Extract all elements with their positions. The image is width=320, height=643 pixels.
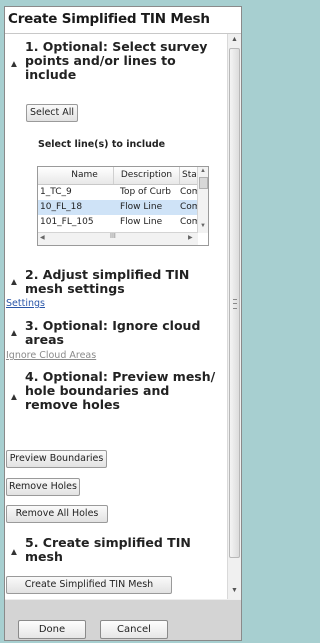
section-1-title-line: include (25, 67, 77, 82)
column-header-description[interactable]: Description (114, 167, 180, 184)
cell-description: Flow Line (120, 202, 163, 212)
section-5-title-line: 5. Create simplified TIN (25, 535, 191, 550)
table-row[interactable]: 1_TC_9 Top of Curb Com (38, 185, 198, 200)
panel-content: ▲ 1. Optional: Select survey points and/… (5, 34, 227, 599)
cell-name: 101_FL_105 (40, 217, 94, 227)
table-header: Name Description Sta (38, 167, 198, 185)
section-3-title-line: 3. Optional: Ignore cloud (25, 318, 201, 333)
scroll-up-arrow-icon[interactable]: ▲ (231, 36, 238, 43)
collapse-chevron-icon[interactable]: ▲ (9, 393, 19, 403)
scroll-up-arrow-icon[interactable]: ▲ (200, 168, 206, 174)
table-row-selected[interactable]: 10_FL_18 Flow Line Com (38, 200, 198, 215)
cell-status: Com (180, 187, 198, 197)
section-2-title-line: mesh settings (25, 281, 125, 296)
section-1-title-line: 1. Optional: Select survey (25, 39, 208, 54)
table-scroll-thumb[interactable] (199, 177, 208, 189)
preview-boundaries-button[interactable]: Preview Boundaries (6, 450, 107, 468)
section-4-title-line: 4. Optional: Preview mesh/ (25, 369, 216, 384)
cell-status: Com (180, 202, 198, 212)
create-simplified-tin-mesh-button[interactable]: Create Simplified TIN Mesh (6, 576, 172, 594)
panel-scroll-area[interactable]: ▲ 1. Optional: Select survey points and/… (5, 34, 241, 599)
select-all-button[interactable]: Select All (26, 104, 78, 122)
section-4-title: 4. Optional: Preview mesh/ hole boundari… (25, 370, 215, 412)
cell-status: Com (180, 217, 198, 227)
section-3-title-line: areas (25, 332, 64, 347)
scroll-left-arrow-icon[interactable]: ◀ (40, 234, 45, 241)
scroll-down-arrow-icon[interactable]: ▼ (200, 223, 206, 229)
column-header-status[interactable]: Sta (180, 167, 198, 184)
panel-footer: Done Cancel (5, 600, 241, 640)
create-tin-mesh-panel: Create Simplified TIN Mesh ▲ 1. Optional… (4, 6, 242, 641)
remove-all-holes-button[interactable]: Remove All Holes (6, 505, 108, 523)
collapse-chevron-icon[interactable]: ▲ (9, 548, 19, 558)
section-1-title-line: points and/or lines to (25, 53, 176, 68)
panel-titlebar: Create Simplified TIN Mesh (5, 7, 241, 34)
table-row[interactable]: 101_FL_105 Flow Line Com (38, 215, 198, 230)
collapse-chevron-icon[interactable]: ▲ (9, 278, 19, 288)
cell-description: Flow Line (120, 217, 163, 227)
panel-title: Create Simplified TIN Mesh (8, 11, 210, 27)
panel-scroll-thumb[interactable] (229, 48, 240, 558)
section-5-title-line: mesh (25, 549, 63, 564)
section-4-title-line: remove holes (25, 397, 120, 412)
section-1-title: 1. Optional: Select survey points and/or… (25, 40, 207, 82)
panel-vertical-scrollbar[interactable]: ▲ ▼ (227, 34, 241, 599)
settings-link[interactable]: Settings (6, 298, 45, 309)
remove-holes-button[interactable]: Remove Holes (6, 478, 80, 496)
scroll-right-arrow-icon[interactable]: ▶ (188, 234, 193, 241)
done-button[interactable]: Done (18, 620, 86, 639)
lines-table: Name Description Sta 1_TC_9 Top of Curb … (37, 166, 209, 246)
section-2-title-line: 2. Adjust simplified TIN (25, 267, 190, 282)
cell-name: 10_FL_18 (40, 202, 83, 212)
collapse-chevron-icon[interactable]: ▲ (9, 329, 19, 339)
table-horizontal-scrollbar[interactable]: ◀ III ▶ (38, 232, 198, 245)
section-5-title: 5. Create simplified TIN mesh (25, 536, 191, 564)
cell-name: 1_TC_9 (40, 187, 72, 197)
scroll-down-arrow-icon[interactable]: ▼ (231, 587, 238, 594)
ignore-cloud-areas-link[interactable]: Ignore Cloud Areas (6, 350, 96, 361)
cell-description: Top of Curb (120, 187, 171, 197)
column-header-name[interactable]: Name (38, 167, 114, 184)
collapse-chevron-icon[interactable]: ▲ (9, 60, 19, 70)
table-vertical-scrollbar[interactable]: ▲ ▼ (197, 167, 208, 233)
section-2-title: 2. Adjust simplified TIN mesh settings (25, 268, 189, 296)
section-4-title-line: hole boundaries and (25, 383, 170, 398)
scroll-grip-marker[interactable]: III (110, 233, 116, 240)
select-lines-label: Select line(s) to include (38, 139, 166, 150)
scroll-grip-icon (233, 299, 237, 309)
cancel-button[interactable]: Cancel (100, 620, 168, 639)
section-3-title: 3. Optional: Ignore cloud areas (25, 319, 200, 347)
